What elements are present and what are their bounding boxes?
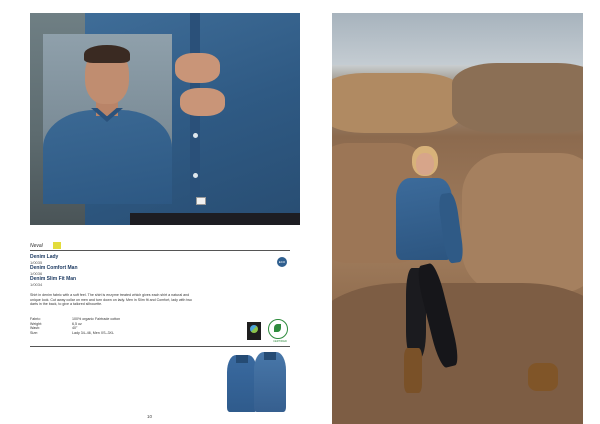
rock xyxy=(332,283,583,424)
divider-bottom xyxy=(30,346,290,347)
lifestyle-photo xyxy=(332,13,583,424)
boot xyxy=(404,348,422,393)
divider-top xyxy=(30,250,290,251)
spec-row: Size: Lady 34–46, Men XS–3XL xyxy=(30,331,120,336)
rock xyxy=(332,73,462,133)
rock xyxy=(452,63,583,133)
thumbnail-collar xyxy=(263,352,277,360)
sky xyxy=(332,13,583,65)
eco-badge: ECO xyxy=(277,257,287,267)
spec-key: Size: xyxy=(30,330,38,335)
product-code: 1/0034 xyxy=(30,282,43,287)
gots-logo-icon xyxy=(268,319,288,339)
page-number: 10 xyxy=(147,414,153,419)
boot xyxy=(528,363,558,391)
leaf-icon xyxy=(274,324,281,332)
product-thumbnail-man xyxy=(254,352,286,412)
product-description: Shirt in denim fabric with a soft feel. … xyxy=(30,293,192,307)
model-face xyxy=(416,153,434,175)
pants xyxy=(130,213,300,225)
hand xyxy=(180,88,225,116)
shirt-button xyxy=(193,133,198,138)
spec-value: Lady 34–46, Men XS–3XL xyxy=(72,330,114,335)
product-item: Denim Lady 1/0035 xyxy=(30,254,230,265)
shirt-label-tag xyxy=(196,197,206,205)
product-thumbnail-lady xyxy=(227,355,257,412)
shirt-button xyxy=(193,173,198,178)
portrait-shirt xyxy=(43,110,172,204)
shirt-placket xyxy=(190,13,200,225)
portrait-hair xyxy=(84,45,130,63)
hand xyxy=(175,53,220,83)
rock xyxy=(462,153,583,293)
fairtrade-logo-icon xyxy=(247,322,261,340)
gots-caption: CERTIFIED xyxy=(273,340,287,343)
model-portrait-inset xyxy=(43,34,172,204)
product-item: Denim Slim Fit Man 1/0034 xyxy=(30,276,230,287)
new-badge-icon xyxy=(53,242,61,249)
product-list: Denim Lady 1/0035 Denim Comfort Man 1/00… xyxy=(30,254,230,287)
spec-table: Fabric: 100% organic Fairtrade cotton We… xyxy=(30,317,120,335)
thumbnail-collar xyxy=(236,355,248,363)
fairtrade-mark xyxy=(250,325,258,333)
section-label: Neval xyxy=(30,243,43,249)
product-item: Denim Comfort Man 1/0036 xyxy=(30,265,230,276)
